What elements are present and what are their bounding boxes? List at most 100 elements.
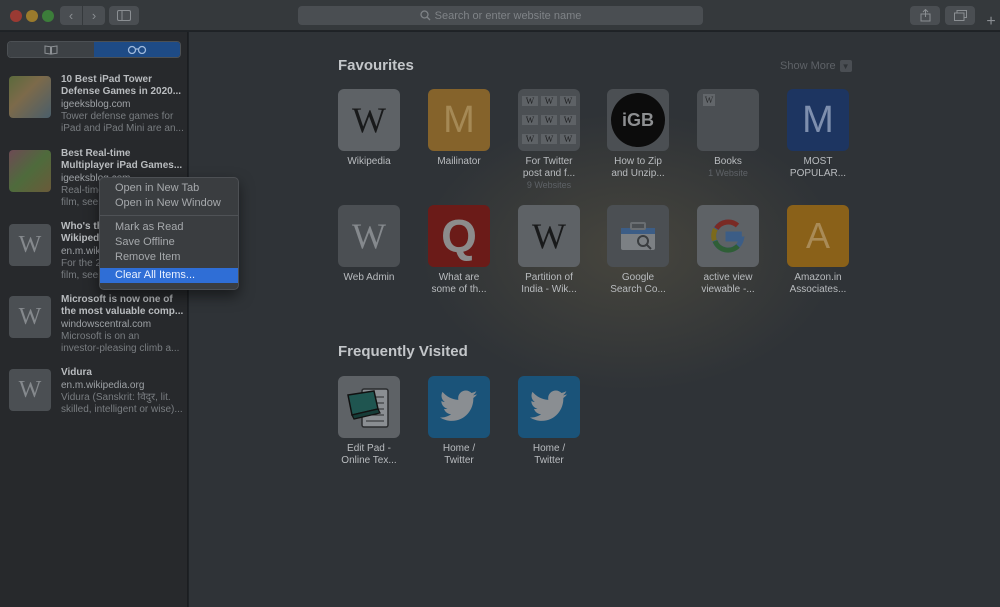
item-description: Microsoft is on an xyxy=(61,331,140,342)
sidebar: 10 Best iPad Tower Defense Games in 2020… xyxy=(0,32,188,607)
tile-label: Wikipedia xyxy=(347,156,391,167)
chevron-down-icon: ▼ xyxy=(839,60,852,72)
wikipedia-mini-icon: W xyxy=(522,96,538,106)
wikipedia-thumbnail: W xyxy=(9,224,51,266)
favourite-tile-partition[interactable]: W Partition of India - Wik... xyxy=(509,205,589,296)
item-domain: en.m.wikipedia.org xyxy=(61,380,145,391)
menu-item-save-offline[interactable]: Save Offline xyxy=(100,235,238,250)
google-g-icon xyxy=(711,219,745,253)
reading-list-item[interactable]: W Vidura en.m.wikipedia.org Vidura (Sans… xyxy=(8,367,183,425)
favourite-tile-most-popular[interactable]: M MOST POPULAR... xyxy=(778,89,858,180)
favourite-tile-amazon[interactable]: A Amazon.in Associates... xyxy=(778,205,858,296)
tile-label: active view xyxy=(703,272,753,283)
tile-label: post and f... xyxy=(522,168,576,179)
google-icon: G xyxy=(697,205,759,267)
favourite-tile-mailinator[interactable]: M Mailinator xyxy=(419,89,499,168)
search-icon xyxy=(419,10,431,21)
wikipedia-mini-icon: W xyxy=(560,115,576,125)
favourite-folder-books[interactable]: W Books 1 Website xyxy=(688,89,768,179)
folder-grid-icon: W W W W W W W W W xyxy=(518,89,580,151)
wikipedia-mini-icon: W xyxy=(541,134,557,144)
favourite-tile-quora[interactable]: Q What are some of th... xyxy=(419,205,499,296)
toolbox-icon xyxy=(621,222,655,250)
wikipedia-thumbnail: W xyxy=(9,369,51,411)
chevron-right-icon: › xyxy=(91,8,97,23)
tile-label: and Unzip... xyxy=(611,168,665,179)
frequent-tile-twitter[interactable]: Home / Twitter xyxy=(509,376,589,467)
reading-list-item[interactable]: 10 Best iPad Tower Defense Games in 2020… xyxy=(8,74,183,134)
start-page: Favourites Show More ▼ W Wikipedia M Mai… xyxy=(189,32,1000,607)
favourite-tile-google-search-console[interactable]: Google Search Co... xyxy=(598,205,678,296)
letter-a-icon: A xyxy=(787,205,849,267)
menu-item-clear-all-items[interactable]: Clear All Items... xyxy=(100,268,238,283)
tile-label: Twitter xyxy=(444,455,474,466)
show-more-button[interactable]: Show More ▼ xyxy=(780,60,852,72)
frequent-tile-twitter[interactable]: Home / Twitter xyxy=(419,376,499,467)
show-tabs-button[interactable] xyxy=(945,6,975,25)
article-thumbnail xyxy=(9,76,51,118)
quora-icon: Q xyxy=(428,205,490,267)
menu-item-open-new-window[interactable]: Open in New Window xyxy=(100,196,238,211)
wikipedia-icon: W xyxy=(338,89,400,151)
context-menu: Open in New Tab Open in New Window Mark … xyxy=(99,177,239,290)
tile-label: Twitter xyxy=(534,455,564,466)
favourite-tile-web-admin[interactable]: W Web Admin xyxy=(329,205,409,284)
twitter-bird-icon xyxy=(439,390,478,421)
wikipedia-mini-icon: W xyxy=(541,96,557,106)
wikipedia-mini-icon: W xyxy=(522,134,538,144)
item-domain: windowscentral.com xyxy=(61,319,152,330)
tile-label: Partition of xyxy=(525,272,573,283)
favourite-tile-active-view[interactable]: G active view viewable -... xyxy=(688,205,768,296)
notepad-graphic xyxy=(347,388,389,428)
notepad-icon xyxy=(338,376,400,438)
item-title: 10 Best iPad Tower xyxy=(61,74,152,85)
tile-label: Edit Pad - xyxy=(347,443,391,454)
zoom-window-button[interactable] xyxy=(42,10,54,22)
tile-subtitle: 1 Website xyxy=(708,168,748,178)
item-description: investor-pleasing climb a... xyxy=(61,343,180,354)
menu-item-open-new-tab[interactable]: Open in New Tab xyxy=(100,181,238,196)
frequent-tile-editpad[interactable]: Edit Pad - Online Tex... xyxy=(329,376,409,467)
item-domain: igeeksblog.com xyxy=(61,99,131,110)
forward-button[interactable]: › xyxy=(83,6,105,25)
address-bar[interactable]: Search or enter website name xyxy=(298,6,703,25)
tile-label: India - Wik... xyxy=(521,284,577,295)
menu-item-remove-item[interactable]: Remove Item xyxy=(100,250,238,265)
favourite-tile-wikipedia[interactable]: W Wikipedia xyxy=(329,89,409,168)
tile-label: Amazon.in xyxy=(794,272,842,283)
twitter-bird-icon xyxy=(529,390,568,421)
item-description: iPad and iPad Mini are an... xyxy=(61,123,183,134)
tile-label: Mailinator xyxy=(437,156,481,167)
tile-label: Books xyxy=(714,156,742,167)
twitter-icon xyxy=(518,376,580,438)
reading-list-item[interactable]: W Microsoft is now one of the most valua… xyxy=(8,294,183,354)
tile-label: Associates... xyxy=(789,284,847,295)
sidebar-icon xyxy=(117,10,131,21)
book-icon xyxy=(44,44,58,55)
favourite-tile-zip[interactable]: iGB How to Zip and Unzip... xyxy=(598,89,678,180)
share-button[interactable] xyxy=(910,6,940,25)
new-tab-button[interactable]: + xyxy=(982,12,1000,31)
glasses-icon xyxy=(127,45,147,54)
tile-label: Home / xyxy=(442,443,476,454)
plus-icon: + xyxy=(986,12,996,30)
letter-w-icon: W xyxy=(338,205,400,267)
chevron-left-icon: ‹ xyxy=(68,8,74,23)
tabs-overview-icon xyxy=(953,10,967,21)
show-more-label: Show More xyxy=(780,60,836,72)
item-description: Vidura (Sanskrit: विदुर, lit. xyxy=(61,392,171,403)
wikipedia-icon: W xyxy=(518,205,580,267)
twitter-icon xyxy=(428,376,490,438)
menu-item-mark-as-read[interactable]: Mark as Read xyxy=(100,220,238,235)
sidebar-toggle-button[interactable] xyxy=(109,6,139,25)
tile-label: Web Admin xyxy=(343,272,395,283)
close-window-button[interactable] xyxy=(10,10,22,22)
tile-label: Search Co... xyxy=(610,284,666,295)
tile-label: POPULAR... xyxy=(789,168,847,179)
reading-list-tab[interactable] xyxy=(94,42,180,57)
favourite-folder-twitter[interactable]: W W W W W W W W W For Twitter post and f… xyxy=(509,89,589,191)
back-button[interactable]: ‹ xyxy=(60,6,82,25)
minimize-window-button[interactable] xyxy=(26,10,38,22)
bookmarks-tab[interactable] xyxy=(8,42,94,57)
frequently-visited-heading: Frequently Visited xyxy=(338,343,468,360)
